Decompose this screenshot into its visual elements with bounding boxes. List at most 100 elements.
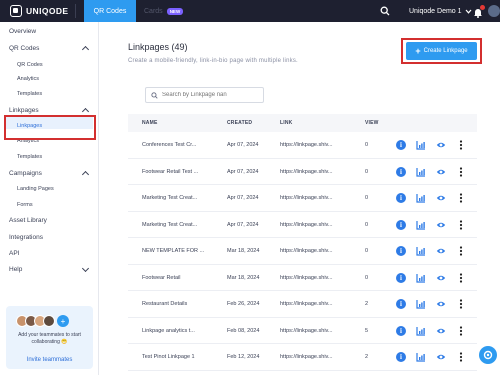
eye-icon[interactable] [436,193,446,203]
analytics-icon[interactable] [416,299,426,309]
chevron-down-icon[interactable] [81,264,90,273]
linkpage-name[interactable]: Conferences Test Cr... [142,142,196,148]
eye-icon[interactable] [436,352,446,362]
table-row[interactable]: Marketing Test Creat... Apr 07, 2024 https… [128,185,477,212]
sidebar-item-linkpages[interactable]: Linkpages [9,107,39,114]
linkpage-url[interactable]: https://linkpage.shiv... [280,301,332,307]
more-icon[interactable] [456,166,466,177]
more-icon[interactable] [456,272,466,283]
column-header-name[interactable]: NAME [142,120,158,126]
eye-icon[interactable] [436,326,446,336]
table-row[interactable]: Marketing Test Creat... Apr 07, 2024 https… [128,212,477,238]
sidebar-item-integrations[interactable]: Integrations [9,234,43,241]
analytics-icon[interactable] [416,326,426,336]
more-icon[interactable] [456,299,466,309]
invite-teammates-link[interactable]: Invite teammates [10,357,89,363]
created-date: Apr 07, 2024 [227,221,259,228]
column-header-created[interactable]: CREATED [227,120,252,126]
sidebar-item-landing-pages[interactable]: Landing Pages [17,186,54,192]
more-icon[interactable] [456,219,466,230]
sidebar-item-forms[interactable]: Forms [17,202,33,208]
sidebar-item-overview[interactable]: Overview [9,28,36,35]
sidebar-item-linkpages-templates[interactable]: Templates [17,154,42,160]
analytics-icon[interactable] [416,273,426,283]
sidebar-item-qr-analytics[interactable]: Analytics [17,76,39,82]
table-row[interactable]: Linkpage analytics t... Feb 08, 2024 https… [128,318,477,344]
linkpage-name[interactable]: Footwear Retail Test ... [142,169,198,175]
chevron-up-icon[interactable] [81,107,90,116]
sidebar-item-campaigns[interactable]: Campaigns [9,170,42,177]
analytics-icon[interactable] [416,220,426,230]
eye-icon[interactable] [436,220,446,230]
info-icon[interactable]: i [396,246,406,256]
more-icon[interactable] [456,246,466,256]
chat-button[interactable] [479,346,497,364]
eye-icon[interactable] [436,167,446,177]
info-icon[interactable]: i [396,219,406,230]
account-menu[interactable]: Uniqode Demo 1 [409,0,472,22]
user-avatar[interactable] [488,5,500,17]
table-row[interactable]: Conferences Test Cr... Apr 07, 2024 https:… [128,132,477,159]
column-header-view[interactable]: VIEW [365,120,379,126]
linkpage-url[interactable]: https://linkpage.shiv... [280,142,332,148]
tab-cards[interactable]: Cards NEW [144,0,184,22]
eye-icon[interactable] [436,140,446,150]
more-icon[interactable] [456,325,466,336]
linkpage-url[interactable]: https://linkpage.shiv... [280,169,332,175]
sidebar-item-help[interactable]: Help [9,266,22,273]
plus-icon[interactable]: + [57,315,69,327]
analytics-icon[interactable] [416,352,426,362]
chevron-up-icon[interactable] [81,45,90,54]
linkpage-name[interactable]: Restaurant Details [142,301,187,307]
table-row[interactable]: Restaurant Details Feb 26, 2024 https://li… [128,291,477,318]
eye-icon[interactable] [436,246,446,256]
brand-logo[interactable]: UNIQODE [10,5,68,17]
analytics-icon[interactable] [416,193,426,203]
chat-icon [483,350,493,360]
eye-icon[interactable] [436,273,446,283]
linkpage-url[interactable]: https://linkpage.shiv... [280,354,332,360]
more-icon[interactable] [456,140,466,150]
table-row[interactable]: Test Pinot Linkpage 1 Feb 12, 2024 https:/… [128,344,477,371]
analytics-icon[interactable] [416,140,426,150]
sidebar-item-asset-library[interactable]: Asset Library [9,217,47,224]
more-icon[interactable] [456,193,466,203]
info-icon[interactable]: i [396,272,406,283]
linkpage-name[interactable]: Test Pinot Linkpage 1 [142,354,195,360]
linkpage-name[interactable]: Marketing Test Creat... [142,195,197,201]
info-icon[interactable]: i [396,352,406,362]
info-icon[interactable]: i [396,140,406,150]
sidebar-item-qr-templates[interactable]: Templates [17,91,42,97]
create-linkpage-button[interactable]: + Create Linkpage [406,42,477,60]
linkpage-url[interactable]: https://linkpage.shiv... [280,248,332,254]
info-icon[interactable]: i [396,193,406,203]
search-icon[interactable] [380,6,390,16]
column-header-link: LINK [280,120,293,126]
info-icon[interactable]: i [396,166,406,177]
notifications-button[interactable] [473,5,485,18]
linkpage-url[interactable]: https://linkpage.shiv... [280,195,332,201]
search-field[interactable] [145,87,264,103]
linkpage-name[interactable]: Marketing Test Creat... [142,222,197,228]
linkpage-name[interactable]: Linkpage analytics t... [142,328,195,334]
table-row[interactable]: Footwear Retail Test ... Apr 07, 2024 http… [128,159,477,185]
analytics-icon[interactable] [416,246,426,256]
info-icon[interactable]: i [396,325,406,336]
chevron-up-icon[interactable] [81,170,90,179]
tab-qr-codes[interactable]: QR Codes [84,0,136,22]
linkpage-name[interactable]: NEW TEMPLATE FOR ... [142,248,204,254]
sidebar-item-qr-codes[interactable]: QR Codes [9,45,39,52]
table-row[interactable]: NEW TEMPLATE FOR ... Mar 18, 2024 https://… [128,238,477,265]
sidebar-item-qr-codes-list[interactable]: QR Codes [17,62,43,68]
linkpage-url[interactable]: https://linkpage.shiv... [280,328,332,334]
more-icon[interactable] [456,352,466,362]
linkpage-url[interactable]: https://linkpage.shiv... [280,222,332,228]
table-row[interactable]: Footwear Retail Mar 18, 2024 https://linkp… [128,265,477,291]
linkpage-name[interactable]: Footwear Retail [142,275,181,281]
linkpage-url[interactable]: https://linkpage.shiv... [280,275,332,281]
analytics-icon[interactable] [416,167,426,177]
info-icon[interactable]: i [396,299,406,309]
sidebar-item-api[interactable]: API [9,250,19,257]
search-input[interactable] [162,92,262,98]
eye-icon[interactable] [436,299,446,309]
